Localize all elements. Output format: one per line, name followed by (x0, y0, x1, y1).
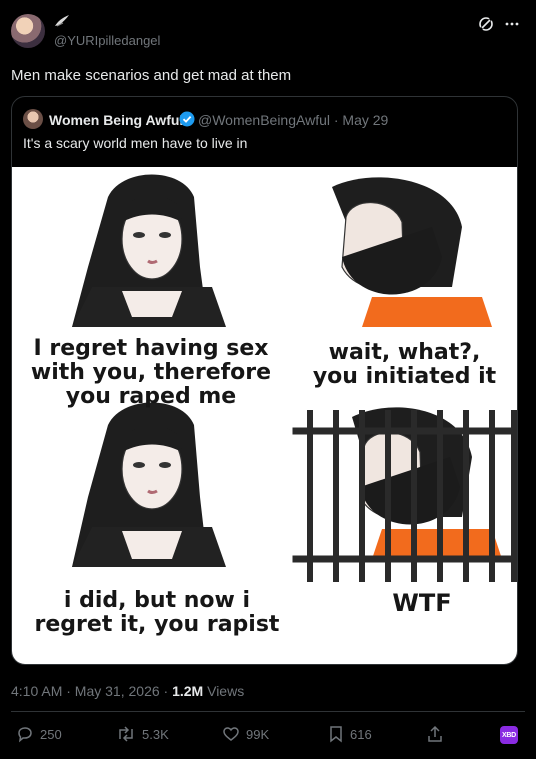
meme-caption-4: WTF (392, 589, 452, 617)
reply-button[interactable]: 250 (16, 725, 62, 743)
wing-badge-icon (55, 15, 69, 27)
author-handle[interactable]: @YURIpilledangel (54, 33, 160, 48)
meme-caption-3: i did, but now i regret it, you rapist (34, 588, 280, 637)
timestamp-time[interactable]: 4:10 AM · May 31, 2026 · (11, 683, 172, 699)
bookmark-count: 616 (350, 726, 372, 742)
like-icon (223, 727, 239, 741)
post-timestamp[interactable]: 4:10 AM · May 31, 2026 · 1.2M Views (11, 683, 244, 699)
xbd-badge[interactable]: XBD (500, 726, 518, 744)
share-icon (428, 725, 442, 742)
divider (11, 711, 525, 712)
grok-icon[interactable] (478, 16, 494, 32)
post-top-actions (478, 16, 520, 32)
meme-caption-1: I regret having sex with you, therefore … (30, 336, 272, 409)
more-icon[interactable] (504, 16, 520, 32)
like-button[interactable]: 99K (222, 725, 269, 743)
repost-count: 5.3K (142, 726, 169, 742)
author-avatar[interactable] (11, 14, 45, 48)
quoted-author-name[interactable]: Women Being Awful (49, 112, 183, 128)
man-top-figure (332, 177, 492, 327)
repost-icon (119, 726, 133, 742)
quoted-post-text: It's a scary world men have to live in (23, 135, 248, 151)
quoted-author-meta[interactable]: @WomenBeingAwful · May 29 (198, 112, 388, 128)
bookmark-icon (330, 726, 342, 743)
verified-icon (179, 111, 195, 127)
quoted-author-avatar[interactable] (23, 109, 43, 129)
woman-bottom-figure (72, 402, 226, 567)
post-text: Men make scenarios and get mad at them (11, 67, 292, 84)
quoted-post[interactable]: Women Being Awful @WomenBeingAwful · May… (11, 96, 518, 665)
reply-icon (18, 727, 32, 743)
share-button[interactable] (426, 725, 444, 743)
action-bar: 250 5.3K 99K 616 XBD (16, 725, 520, 747)
reply-count: 250 (40, 726, 62, 742)
repost-button[interactable]: 5.3K (116, 725, 169, 743)
views-label: Views (203, 683, 245, 699)
meme-image[interactable]: I regret having sex with you, therefore … (12, 167, 517, 664)
like-count: 99K (246, 726, 270, 742)
meme-caption-2: wait, what?, you initiated it (312, 340, 497, 389)
bookmark-button[interactable]: 616 (328, 725, 372, 743)
woman-top-figure (72, 174, 226, 327)
view-count: 1.2M (172, 683, 204, 699)
